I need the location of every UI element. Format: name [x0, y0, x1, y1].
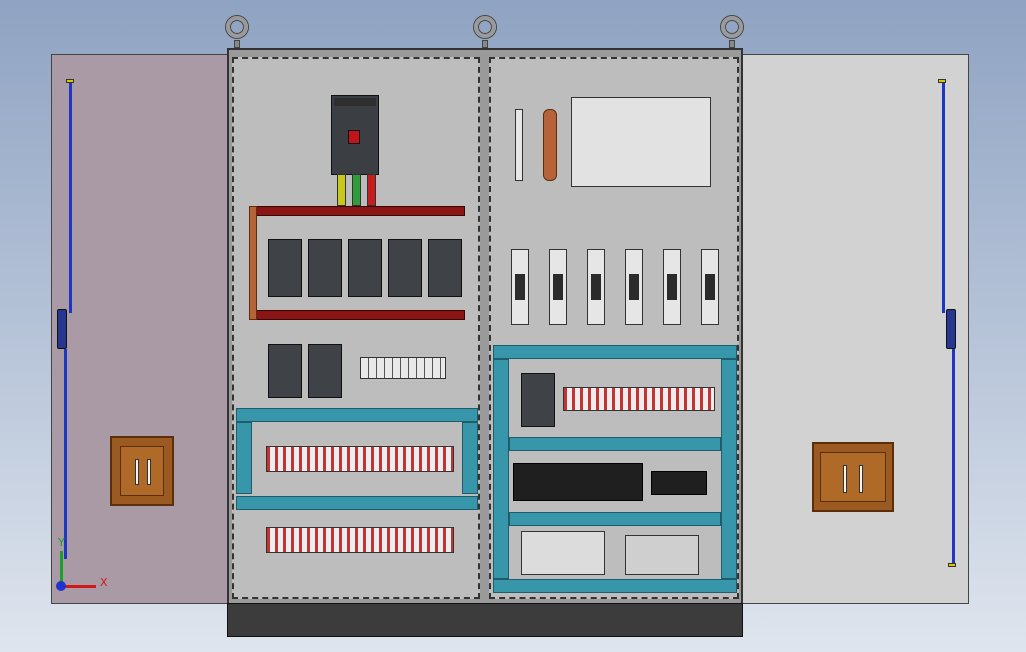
rod-bottom-cap [948, 563, 956, 567]
wire-duct-vertical [493, 359, 509, 579]
wire-duct-horizontal [509, 437, 721, 451]
fuse-cartridge [591, 274, 601, 300]
handle-slot [147, 459, 151, 485]
wire-duct-vertical [721, 359, 737, 579]
busbar-top [249, 206, 465, 216]
lifting-eye-neck [729, 40, 735, 48]
axis-x-arrow [62, 585, 96, 588]
fuse-holder-3[interactable] [587, 249, 605, 325]
right-door-latch[interactable] [946, 309, 956, 349]
right-door-rod-upper [942, 83, 945, 313]
phase-wire-green [352, 174, 361, 206]
cabinet-plinth [227, 603, 743, 637]
right-handle-inner [820, 452, 886, 502]
axis-y-arrow [60, 551, 63, 585]
fuse-cartridge [667, 274, 677, 300]
terminal-block-strip [563, 387, 715, 411]
fuse-holder-2[interactable] [549, 249, 567, 325]
branch-breaker-1[interactable] [268, 239, 302, 297]
fuse-holder-4[interactable] [625, 249, 643, 325]
handle-slot [859, 465, 863, 493]
relay-bank [513, 463, 643, 501]
lifting-eye-neck [482, 40, 488, 48]
fuse-cartridge [705, 274, 715, 300]
branch-breaker-4[interactable] [388, 239, 422, 297]
lifting-eye [721, 16, 743, 38]
wire-duct-horizontal [236, 408, 478, 422]
fuse-holder-1[interactable] [511, 249, 529, 325]
busbar-side [249, 206, 257, 320]
lifting-eye [474, 16, 496, 38]
branch-breaker-5[interactable] [428, 239, 462, 297]
terminal-block-strip [266, 446, 454, 472]
left-door-rod-upper [69, 83, 72, 313]
axis-x-label: X [100, 576, 108, 589]
right-mounting-plate [489, 57, 739, 599]
terminal-block-strip [266, 527, 454, 553]
left-door-rod-lower [64, 349, 67, 559]
lifting-eye-neck [234, 40, 240, 48]
wire-duct-horizontal [493, 345, 737, 359]
branch-breaker-3[interactable] [348, 239, 382, 297]
right-door-handle[interactable] [812, 442, 894, 512]
fuse-cartridge [629, 274, 639, 300]
right-door-rod-lower [952, 349, 955, 563]
fuse-holder-6[interactable] [701, 249, 719, 325]
ground-bar [543, 109, 557, 181]
terminal-block-strip [360, 357, 446, 379]
left-mounting-plate [232, 57, 480, 599]
wire-duct-horizontal [236, 496, 478, 510]
breaker-toggle[interactable] [348, 130, 360, 144]
main-circuit-breaker[interactable] [331, 95, 379, 175]
left-door-latch[interactable] [57, 309, 67, 349]
fuse-cartridge [515, 274, 525, 300]
branch-breaker-7[interactable] [308, 344, 342, 398]
contactor-block [651, 471, 707, 495]
wire-duct-horizontal [493, 579, 737, 593]
phase-wire-red [367, 174, 376, 206]
power-supply-unit [625, 535, 699, 575]
breaker-terminals [334, 98, 376, 106]
axis-y-label: Y [58, 536, 65, 549]
left-handle-inner [120, 446, 164, 496]
phase-wire-yellow [337, 174, 346, 206]
left-door [51, 54, 229, 604]
wire-duct-vertical [462, 422, 478, 494]
right-door [741, 54, 969, 604]
fuse-holder-5[interactable] [663, 249, 681, 325]
branch-breaker-6[interactable] [268, 344, 302, 398]
fuse-cartridge [553, 274, 563, 300]
left-door-handle[interactable] [110, 436, 174, 506]
busbar-bottom [249, 310, 465, 320]
control-breaker[interactable] [521, 373, 555, 427]
handle-slot [843, 465, 847, 493]
handle-slot [135, 459, 139, 485]
axis-origin [56, 581, 66, 591]
wire-duct-vertical [236, 422, 252, 494]
lifting-eye [226, 16, 248, 38]
plc-controller [521, 531, 605, 575]
wire-duct-horizontal [509, 512, 721, 526]
din-rail-terminal [515, 109, 523, 181]
branch-breaker-2[interactable] [308, 239, 342, 297]
cooling-fan-unit [571, 97, 711, 187]
